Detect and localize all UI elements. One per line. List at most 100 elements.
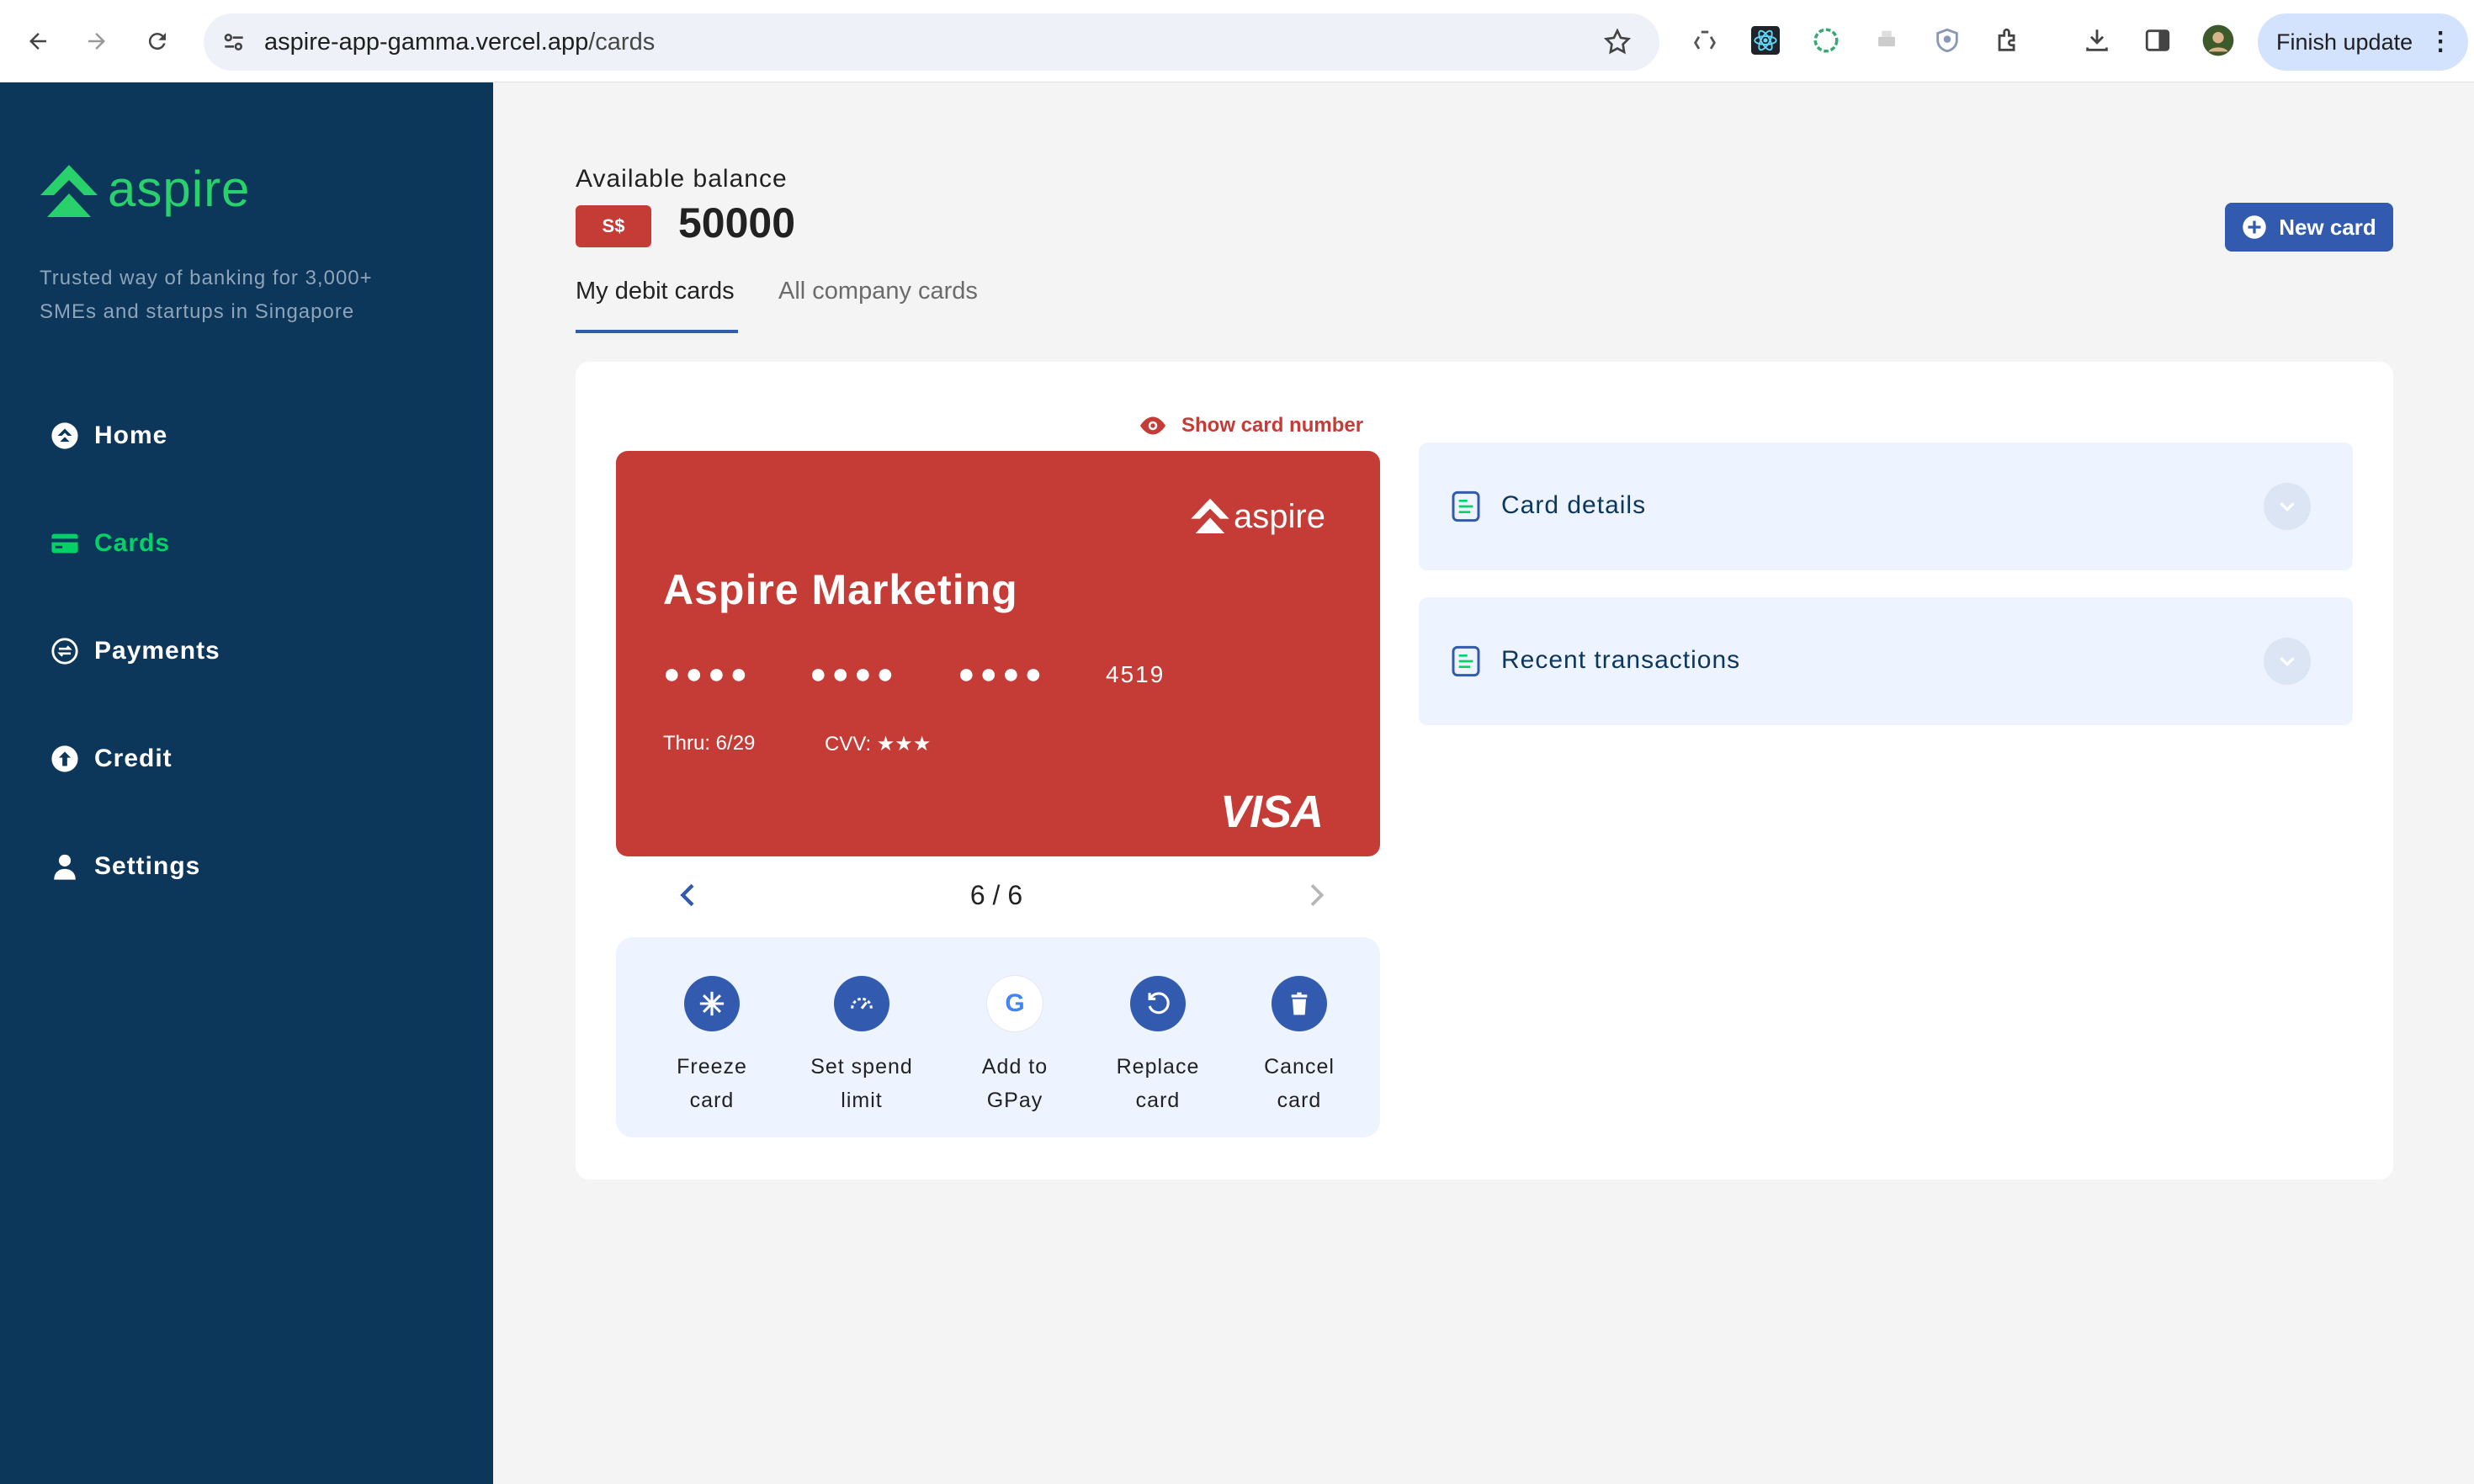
sidebar-item-payments[interactable]: Payments [50,629,220,673]
action-label-line1: Add to [981,1055,1049,1079]
logo-text[interactable]: aspire [108,160,250,218]
card-cvv: CVV: ★★★ [825,733,932,755]
accordion-title: Recent transactions [1501,646,1741,674]
document-list-icon [1449,490,1483,523]
card-number-group: ●●●● [810,658,900,690]
action-label-line2: card [1135,1089,1181,1112]
site-settings-icon[interactable] [220,29,247,56]
sidebar-item-label: Credit [94,745,173,772]
gpay-icon: G [987,976,1043,1031]
cancel-card-button[interactable]: Cancel card [1232,976,1367,1117]
sidebar-item-home[interactable]: Home [50,414,167,458]
active-tab-indicator [576,330,738,333]
more-menu-icon[interactable]: ⋮ [2428,29,2453,55]
document-list-icon [1449,644,1483,678]
card-icon [50,529,79,558]
recycle-extension-icon[interactable] [1688,24,1722,57]
recent-transactions-accordion[interactable]: Recent transactions [1419,597,2353,725]
sidebar-item-credit[interactable]: Credit [50,737,173,781]
debit-card[interactable]: aspire Aspire Marketing ●●●● ●●●● ●●●● 4… [616,451,1380,856]
action-label-line2: card [1277,1089,1322,1112]
freeze-icon [684,976,740,1031]
new-card-button[interactable]: New card [2225,203,2393,252]
action-label: Freeze card [677,1050,747,1117]
side-panel-icon[interactable] [2141,24,2174,57]
action-label-line1: Cancel [1264,1055,1335,1079]
profile-avatar-icon[interactable] [2201,24,2235,57]
set-spend-limit-button[interactable]: Set spend limit [794,976,929,1117]
action-label-line2: limit [841,1089,883,1112]
card-expiry: Thru: 6/29 [663,732,756,755]
card-logo-text: aspire [1234,497,1325,535]
finish-update-button[interactable]: Finish update ⋮ [2258,13,2468,71]
forward-icon[interactable] [74,19,119,64]
add-to-gpay-button[interactable]: G Add to GPay [948,976,1082,1117]
url-path: /cards [588,29,656,56]
eye-icon [1138,413,1168,438]
currency-badge: S$ [576,205,651,247]
action-label-line2: GPay [986,1089,1043,1112]
card-last-four: 4519 [1106,661,1165,687]
action-label: Cancel card [1264,1050,1335,1117]
card-number-group: ●●●● [958,658,1048,690]
tab-all-company-cards[interactable]: All company cards [778,278,978,305]
address-bar[interactable]: aspire-app-gamma.vercel.app/cards [204,13,1659,71]
bookmark-star-icon[interactable] [1602,27,1633,57]
action-label-line1: Set spend [810,1055,913,1079]
spend-limit-icon [834,976,889,1031]
shield-extension-icon[interactable] [1930,24,1964,57]
show-card-number-button[interactable]: Show card number [1138,413,1363,438]
accordion-title: Card details [1501,491,1647,519]
card-pager-count: 6 / 6 [969,880,1023,910]
tab-my-debit-cards[interactable]: My debit cards [576,278,735,305]
chevron-right-icon[interactable] [1299,878,1333,912]
balance-amount: 50000 [678,199,796,246]
card-number-group: ●●●● [663,658,753,690]
url-text: aspire-app-gamma.vercel.app/cards [264,29,655,56]
plus-circle-icon [2242,215,2267,240]
card-holder-name: Aspire Marketing [663,566,1018,613]
action-label: Set spend limit [810,1050,913,1117]
printer-extension-icon[interactable] [1870,24,1903,57]
card-details-accordion[interactable]: Card details [1419,443,2353,570]
action-label-line1: Freeze [677,1055,747,1079]
chevron-left-icon[interactable] [672,878,705,912]
visa-logo: VISA [1220,787,1324,837]
extensions-puzzle-icon[interactable] [1991,24,2025,57]
action-label-line1: Replace [1116,1055,1200,1079]
action-label: Add to GPay [982,1050,1048,1117]
cards-panel: Show card number aspire Aspire Marketing… [576,362,2393,1179]
chevron-down-icon[interactable] [2264,638,2311,685]
chatgpt-extension-icon[interactable] [1809,24,1843,57]
replace-icon [1130,976,1186,1031]
browser-toolbar: aspire-app-gamma.vercel.app/cards Finish… [0,0,2474,82]
freeze-card-button[interactable]: Freeze card [645,976,779,1117]
react-devtools-icon[interactable] [1749,24,1782,57]
action-label-line2: card [689,1089,735,1112]
chevron-down-icon[interactable] [2264,483,2311,530]
sidebar-item-cards[interactable]: Cards [50,522,170,565]
aspire-logo-icon[interactable] [39,162,99,222]
card-actions-bar: Freeze card Set spend limit G Add to GPay R… [616,937,1380,1137]
credit-icon [50,745,79,773]
user-icon [50,852,79,881]
new-card-label: New card [2279,214,2376,240]
home-icon [50,421,79,450]
reload-icon[interactable] [135,19,180,64]
sidebar-item-label: Settings [94,852,201,880]
replace-card-button[interactable]: Replace card [1091,976,1225,1117]
card-logo: aspire [1190,496,1325,537]
sidebar-item-settings[interactable]: Settings [50,845,200,888]
balance-label: Available balance [576,165,788,193]
tagline: Trusted way of banking for 3,000+ SMEs a… [40,267,373,323]
sidebar-item-label: Home [94,421,168,449]
sidebar-item-label: Cards [94,529,171,557]
sidebar-item-label: Payments [94,637,220,665]
sidebar: aspire Trusted way of banking for 3,000+… [0,82,493,1484]
show-card-number-label: Show card number [1181,414,1364,437]
download-icon[interactable] [2080,24,2114,57]
trash-icon [1272,976,1327,1031]
aspire-card-logo-icon [1191,498,1229,533]
url-host: aspire-app-gamma.vercel.app [264,29,589,56]
back-icon[interactable] [15,19,61,64]
